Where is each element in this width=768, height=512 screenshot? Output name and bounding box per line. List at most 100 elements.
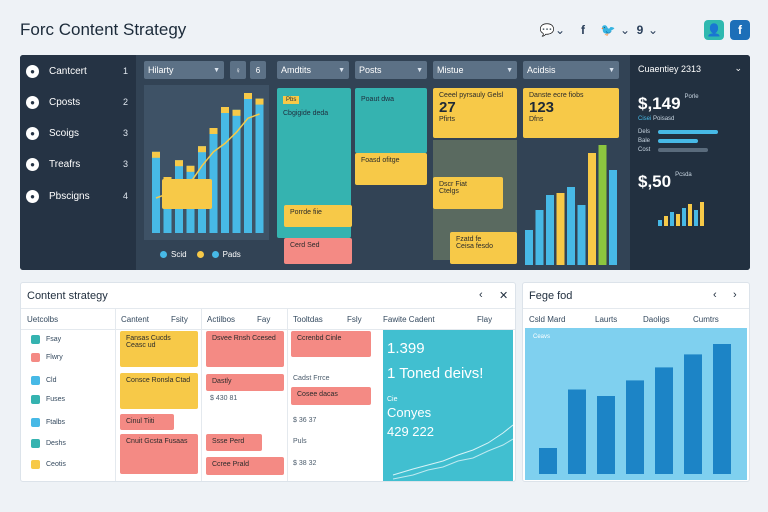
side-stat-2: $,50 bbox=[638, 172, 672, 191]
content-card[interactable]: Dastly bbox=[206, 374, 284, 391]
card-yellow-4[interactable]: Fzatd fe Ceisa fesdo bbox=[450, 232, 517, 264]
sidebar-nav: ● Cantcert 1 ● Cposts 2 ● Scoigs 3 ● Treafrs 3 ●… bbox=[20, 55, 136, 270]
content-card[interactable]: Cosee dacas bbox=[291, 387, 371, 405]
chart-bar bbox=[577, 205, 586, 265]
content-card[interactable]: Ccree Prald bbox=[206, 457, 284, 475]
card-yellow-small[interactable]: Porrde fiie bbox=[284, 205, 352, 227]
bar-chart bbox=[152, 93, 264, 233]
side-stats: Cuaentiey 2313 ⌄ $,149 Porle Cisei Poisa… bbox=[630, 55, 750, 270]
filter-button[interactable]: ♀ bbox=[230, 61, 246, 79]
chart-bar-cap bbox=[232, 109, 241, 116]
chart-bar bbox=[221, 107, 229, 233]
chart-bar bbox=[597, 396, 615, 474]
row-icon bbox=[31, 418, 40, 427]
content-card[interactable]: Consce Ronsla Ctad bbox=[120, 373, 198, 409]
card-yellow-3[interactable]: Dscr Fiat Ctelgs bbox=[433, 177, 503, 209]
mini-bar bbox=[682, 208, 686, 226]
chat-icon[interactable]: 💬 bbox=[540, 20, 555, 40]
chevron-down-icon[interactable]: ⌄ bbox=[620, 20, 630, 40]
highlight-stat-panel: 1.399 1 Toned deivs! Cie Conyes 429 222 bbox=[383, 330, 513, 481]
chart-bar bbox=[684, 354, 702, 474]
page-feed-chart-area: Ceavs bbox=[525, 328, 747, 480]
chart-bar-cap bbox=[152, 151, 160, 158]
page-feed-panel: Fege fod ‹ › Csld Mard Laurts Daoligs Cu… bbox=[522, 282, 750, 482]
pinterest-icon[interactable]: 9 bbox=[634, 20, 646, 40]
facebook-icon[interactable]: f bbox=[576, 20, 590, 40]
chevron-right-icon[interactable]: › bbox=[733, 289, 737, 301]
page-feed-bar-chart bbox=[539, 344, 731, 474]
legend-dot-icon bbox=[211, 251, 219, 258]
mini-bar bbox=[670, 212, 674, 226]
mini-bar bbox=[688, 204, 692, 226]
progress-bar bbox=[658, 139, 698, 143]
chart-bar-cap bbox=[198, 146, 206, 153]
chevron-down-icon[interactable]: ⌄ bbox=[555, 20, 565, 40]
card-red-small[interactable]: Cerd Sed bbox=[284, 238, 352, 264]
content-icon: ● bbox=[26, 64, 39, 78]
row-icon bbox=[31, 376, 40, 385]
card-stat-27[interactable]: Ceeel pyrsauly Gelsl 27 Pfirts bbox=[433, 88, 517, 138]
sidebar-item-posts[interactable]: ● Cposts 2 bbox=[26, 91, 134, 113]
chart-bar bbox=[152, 151, 160, 233]
content-card[interactable]: Ssse Perd bbox=[206, 434, 262, 451]
progress-bar bbox=[658, 148, 708, 152]
row-label: Deshs bbox=[31, 439, 66, 448]
panel-title: Content strategy bbox=[27, 290, 108, 302]
chart-bar bbox=[525, 230, 533, 265]
chart-bar bbox=[713, 344, 731, 474]
chevron-left-icon[interactable]: ‹ bbox=[713, 289, 717, 301]
chart-bar bbox=[609, 170, 617, 265]
chart-bar-cap bbox=[186, 165, 195, 172]
chart-bar bbox=[598, 145, 607, 265]
dropdown-posts[interactable]: Posts ▼ bbox=[355, 61, 427, 79]
mini-bar bbox=[658, 220, 662, 226]
count-button[interactable]: 6 bbox=[250, 61, 266, 79]
bar-chart-2 bbox=[525, 145, 617, 265]
card-yellow[interactable]: Foasd ofitge bbox=[355, 153, 427, 185]
mini-bar bbox=[700, 202, 704, 226]
chart-bar bbox=[626, 380, 644, 474]
facebook-button[interactable]: f bbox=[730, 20, 750, 40]
side-stat-1: $,149 bbox=[638, 94, 681, 113]
sidebar-item-trends[interactable]: ● Treafrs 3 bbox=[26, 153, 134, 175]
dropdown-analysis[interactable]: Acidsis ▼ bbox=[523, 61, 619, 79]
chart-bar bbox=[568, 389, 586, 474]
row-icon bbox=[31, 353, 40, 362]
chart-bar bbox=[588, 153, 596, 265]
card-stat-123[interactable]: Danste ecre fiobs 123 Dfns bbox=[523, 88, 619, 138]
sidebar-item-designs[interactable]: ● Pbscigns 4 bbox=[26, 185, 134, 207]
mini-bar bbox=[664, 216, 668, 226]
sidebar-item-content[interactable]: ● Cantcert 1 bbox=[26, 60, 134, 82]
chart-bar-cap bbox=[209, 128, 218, 134]
row-label: Fuses bbox=[31, 395, 65, 404]
bar-chart-area bbox=[144, 85, 269, 240]
content-card[interactable]: Cinul Tiiti bbox=[120, 414, 174, 430]
content-card[interactable]: Cnuit Gcsta Fusaas bbox=[120, 434, 198, 474]
dropdown-mixture[interactable]: Mistue ▼ bbox=[433, 61, 517, 79]
content-card[interactable]: Dsvee Rnsh Ccesed bbox=[206, 331, 284, 367]
chevron-left-icon[interactable]: ‹ bbox=[479, 289, 483, 301]
chart-bar bbox=[535, 210, 544, 265]
twitter-icon[interactable]: 🐦 bbox=[600, 20, 616, 40]
chart-bar bbox=[539, 448, 557, 474]
dropdown-history[interactable]: Hilarty ▼ bbox=[144, 61, 224, 79]
panel-title: Fege fod bbox=[529, 290, 573, 302]
trends-icon: ● bbox=[26, 157, 39, 171]
chart-bar-cap bbox=[175, 160, 183, 167]
content-card[interactable]: Ccrenbd Cinle bbox=[291, 331, 371, 357]
chart-bar bbox=[556, 193, 565, 265]
content-card[interactable]: Fansas Cucds Ceasc ud bbox=[120, 331, 198, 367]
chevron-down-icon[interactable]: ⌄ bbox=[734, 63, 742, 74]
chart-card[interactable] bbox=[162, 179, 212, 209]
user-button[interactable]: 👤 bbox=[704, 20, 724, 40]
row-label: Fsay bbox=[31, 335, 61, 344]
chevron-down-icon[interactable]: ⌄ bbox=[648, 20, 658, 40]
sidebar-item-social[interactable]: ● Scoigs 3 bbox=[26, 122, 134, 144]
dashboard-panel: ● Cantcert 1 ● Cposts 2 ● Scoigs 3 ● Treafrs 3 ●… bbox=[20, 55, 750, 270]
chart-bar bbox=[255, 98, 264, 233]
progress-bar bbox=[658, 130, 718, 134]
close-icon[interactable]: ✕ bbox=[499, 289, 508, 302]
side-label: Cisei Poisasd bbox=[638, 116, 675, 122]
dropdown-analytics[interactable]: Amdtits ▼ bbox=[277, 61, 349, 79]
designs-icon: ● bbox=[26, 189, 39, 203]
